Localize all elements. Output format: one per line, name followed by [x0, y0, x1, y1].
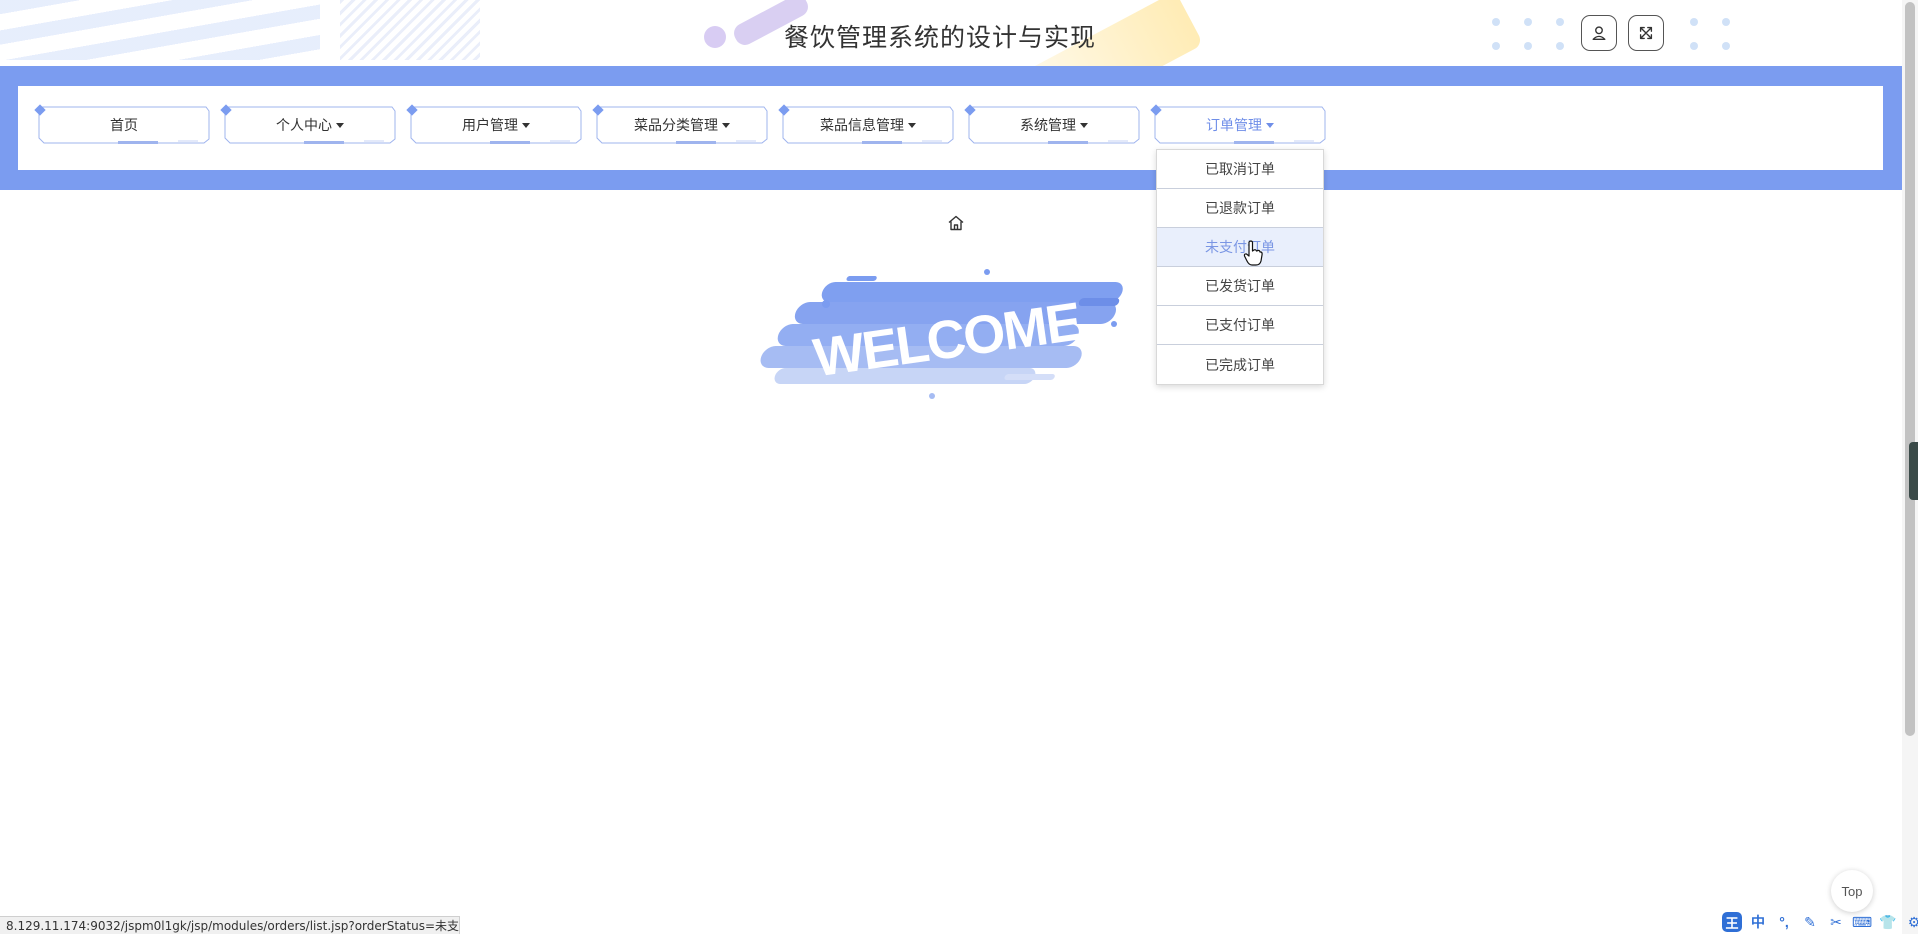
caret-down-icon — [1080, 122, 1088, 128]
nav-item-label: 菜品分类管理 — [634, 115, 730, 135]
punctuation-icon[interactable]: °, — [1774, 912, 1794, 932]
nav-item-label: 菜品信息管理 — [820, 115, 916, 135]
nav-item-label: 首页 — [110, 117, 138, 133]
caret-down-icon — [1266, 122, 1274, 128]
nav-item-system-management[interactable]: 系统管理 — [964, 104, 1140, 144]
nav-bar: 首页 个人中心 用户管理 菜品分类管理 菜品信息管理 系统管理 订单管理 — [18, 86, 1883, 170]
skin-icon[interactable]: 👕 — [1878, 912, 1898, 932]
nav-item-dish-category-management[interactable]: 菜品分类管理 — [592, 104, 768, 144]
dropdown-item-paid-orders[interactable]: 已支付订单 — [1157, 306, 1323, 345]
top-header: 餐饮管理系统的设计与实现 — [0, 0, 1918, 66]
home-icon[interactable] — [947, 214, 965, 232]
fullscreen-button[interactable] — [1628, 15, 1664, 51]
nav-band: 首页 个人中心 用户管理 菜品分类管理 菜品信息管理 系统管理 订单管理 — [0, 66, 1902, 190]
dropdown-item-unpaid-orders[interactable]: 未支付订单 — [1157, 228, 1323, 267]
status-bar-url: 8.129.11.174:9032/jspm0l1gk/jsp/modules/… — [0, 916, 460, 934]
nav-item-label: 个人中心 — [276, 115, 344, 135]
nav-item-dish-info-management[interactable]: 菜品信息管理 — [778, 104, 954, 144]
caret-down-icon — [722, 122, 730, 128]
hand-cursor-icon — [1243, 240, 1263, 266]
ime-mode-icon[interactable]: 中 — [1748, 912, 1768, 932]
dropdown-item-refunded-orders[interactable]: 已退款订单 — [1157, 189, 1323, 228]
user-button[interactable] — [1581, 15, 1617, 51]
nav-item-user-management[interactable]: 用户管理 — [406, 104, 582, 144]
nav-item-personal-center[interactable]: 个人中心 — [220, 104, 396, 144]
nav-item-label: 系统管理 — [1020, 115, 1088, 135]
pen-icon[interactable]: ✎ — [1800, 912, 1820, 932]
nav-item-label: 订单管理 — [1206, 115, 1274, 135]
scissors-icon[interactable]: ✂ — [1826, 912, 1846, 932]
caret-down-icon — [336, 122, 344, 128]
ime-logo-icon[interactable]: 王 — [1722, 912, 1742, 932]
fullscreen-icon — [1639, 26, 1653, 40]
dropdown-item-completed-orders[interactable]: 已完成订单 — [1157, 345, 1323, 384]
side-panel-handle[interactable] — [1909, 442, 1918, 500]
nav-item-home[interactable]: 首页 — [34, 104, 210, 144]
keyboard-icon[interactable]: ⌨ — [1852, 912, 1872, 932]
nav-item-order-management[interactable]: 订单管理 — [1150, 104, 1326, 144]
caret-down-icon — [522, 122, 530, 128]
order-management-dropdown: 已取消订单 已退款订单 未支付订单 已发货订单 已支付订单 已完成订单 — [1156, 149, 1324, 385]
user-icon — [1592, 26, 1606, 40]
ime-toolbar: 王 中 °, ✎ ✂ ⌨ 👕 ⚙ — [1722, 910, 1918, 934]
dropdown-item-shipped-orders[interactable]: 已发货订单 — [1157, 267, 1323, 306]
back-to-top-button[interactable]: Top — [1831, 870, 1873, 912]
caret-down-icon — [908, 122, 916, 128]
gear-icon[interactable]: ⚙ — [1904, 912, 1918, 932]
page: 餐饮管理系统的设计与实现 首页 个人中心 用户管理 菜品分类管理 菜品信息管理 … — [0, 0, 1918, 934]
scrollbar-thumb[interactable] — [1905, 2, 1915, 736]
welcome-banner: WELCOME — [760, 269, 1123, 399]
dropdown-item-cancelled-orders[interactable]: 已取消订单 — [1157, 150, 1323, 189]
nav-item-label: 用户管理 — [462, 115, 530, 135]
